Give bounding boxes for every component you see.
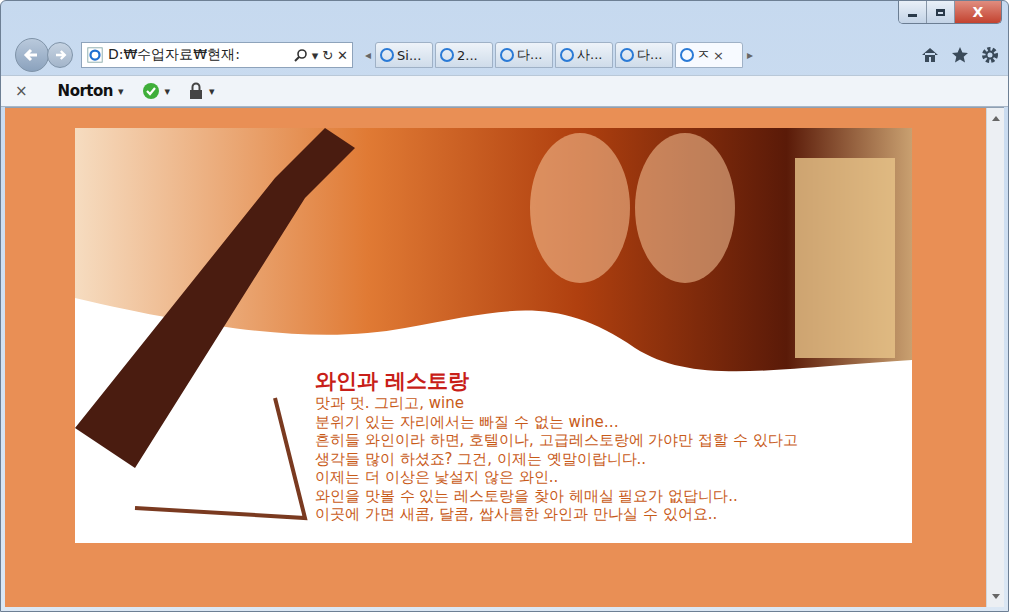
forward-arrow-icon [52,47,68,63]
back-button[interactable] [15,38,49,72]
tab-scroll-left[interactable]: ◂ [363,48,373,62]
norton-label: Norton [58,82,113,100]
toolbar-dropdown-arrow: ▾ [165,85,171,98]
home-icon[interactable] [920,45,940,65]
banner-line: 분위기 있는 자리에서는 빠질 수 없는 wine… [315,413,904,432]
tab-label: 다... [637,46,662,64]
stop-button[interactable]: ✕ [337,48,348,63]
web-page: 와인과 레스토랑맛과 멋. 그리고, wine분위기 있는 자리에서는 빠질 수… [5,108,986,607]
tab[interactable]: 2... [435,42,493,68]
tab-label: ㅈ [697,46,710,64]
star-icon[interactable] [950,45,970,65]
browser-window: XD:₩수업자료₩현재:▾↻✕◂Si...2...다...사...다...ㅈ×▸… [0,0,1009,612]
banner-text: 와인과 레스토랑맛과 멋. 그리고, wine분위기 있는 자리에서는 빠질 수… [315,368,904,524]
ie-tab-icon [380,48,394,62]
maximize-icon [936,9,945,16]
address-dropdown[interactable]: ▾ [312,48,319,63]
vertical-scrollbar[interactable] [986,108,1004,607]
tab[interactable]: 다... [615,42,673,68]
minimize-button[interactable] [899,1,927,23]
toolbar-item[interactable]: ▾ [188,82,215,100]
toolbar-dropdown-arrow: ▾ [118,85,124,98]
browser-icons [920,45,1000,65]
banner-line: 이제는 더 이상은 낯설지 않은 와인.. [315,468,904,487]
ie-page-icon [86,46,104,64]
tab[interactable]: Si... [375,42,433,68]
banner-line: 와인을 맛볼 수 있는 레스토랑을 찾아 헤매실 필요가 없답니다.. [315,487,904,506]
banner-heading: 와인과 레스토랑 [315,368,904,394]
address-field[interactable]: D:₩수업자료₩현재: ▾↻ ✕ [81,42,353,68]
refresh-button[interactable]: ↻ [322,48,333,63]
lock-icon [188,82,204,100]
wine-banner: 와인과 레스토랑맛과 멋. 그리고, wine분위기 있는 자리에서는 빠질 수… [75,128,912,543]
tab-close-button[interactable]: × [713,48,724,63]
tab[interactable]: ㅈ× [675,42,743,68]
tab-label: 다... [517,46,542,64]
toolbar-close-button[interactable]: × [15,82,28,100]
banner-line: 흔히들 와인이라 하면, 호텔이나, 고급레스토랑에 가야만 접할 수 있다고 [315,431,904,450]
banner-line: 이곳에 가면 새콤, 달콤, 쌉사름한 와인과 만나실 수 있어요.. [315,505,904,524]
ie-tab-icon [500,48,514,62]
tab-label: 2... [457,48,478,63]
title-bar: X [1,1,1008,35]
toolbar-dropdown-arrow: ▾ [209,85,215,98]
navigation-bar: D:₩수업자료₩현재:▾↻✕◂Si...2...다...사...다...ㅈ×▸ [1,35,1008,75]
gear-icon[interactable] [980,45,1000,65]
tab[interactable]: 사... [555,42,613,68]
check-icon [142,82,160,100]
address-text: D:₩수업자료₩현재: [108,46,290,64]
norton-toolbar: × Norton ▾ ▾ ▾ [1,75,1008,107]
tab-label: 사... [577,46,602,64]
ie-tab-icon [440,48,454,62]
tab[interactable]: 다... [495,42,553,68]
close-button[interactable]: X [955,1,1001,23]
ie-tab-icon [560,48,574,62]
scroll-down-icon[interactable] [992,594,1000,599]
forward-button[interactable] [47,42,73,68]
back-arrow-icon [22,45,42,65]
viewport: 와인과 레스토랑맛과 멋. 그리고, wine분위기 있는 자리에서는 빠질 수… [5,107,1004,607]
toolbar-item[interactable]: Norton ▾ [58,82,124,100]
banner-line: 생각들 많이 하셨죠? 그건, 이제는 옛말이랍니다.. [315,450,904,469]
tab-label: Si... [397,48,421,63]
scroll-up-icon[interactable] [992,116,1000,121]
banner-line: 맛과 멋. 그리고, wine [315,394,904,413]
tab-strip: ◂Si...2...다...사...다...ㅈ×▸ [363,42,755,68]
maximize-button[interactable] [927,1,955,23]
search-icon[interactable] [294,48,308,62]
ie-tab-icon [620,48,634,62]
minimize-icon [908,14,917,17]
toolbar-item[interactable]: ▾ [142,82,171,100]
tab-scroll-right[interactable]: ▸ [745,48,755,62]
window-controls: X [898,1,1002,24]
ie-tab-icon [680,48,694,62]
